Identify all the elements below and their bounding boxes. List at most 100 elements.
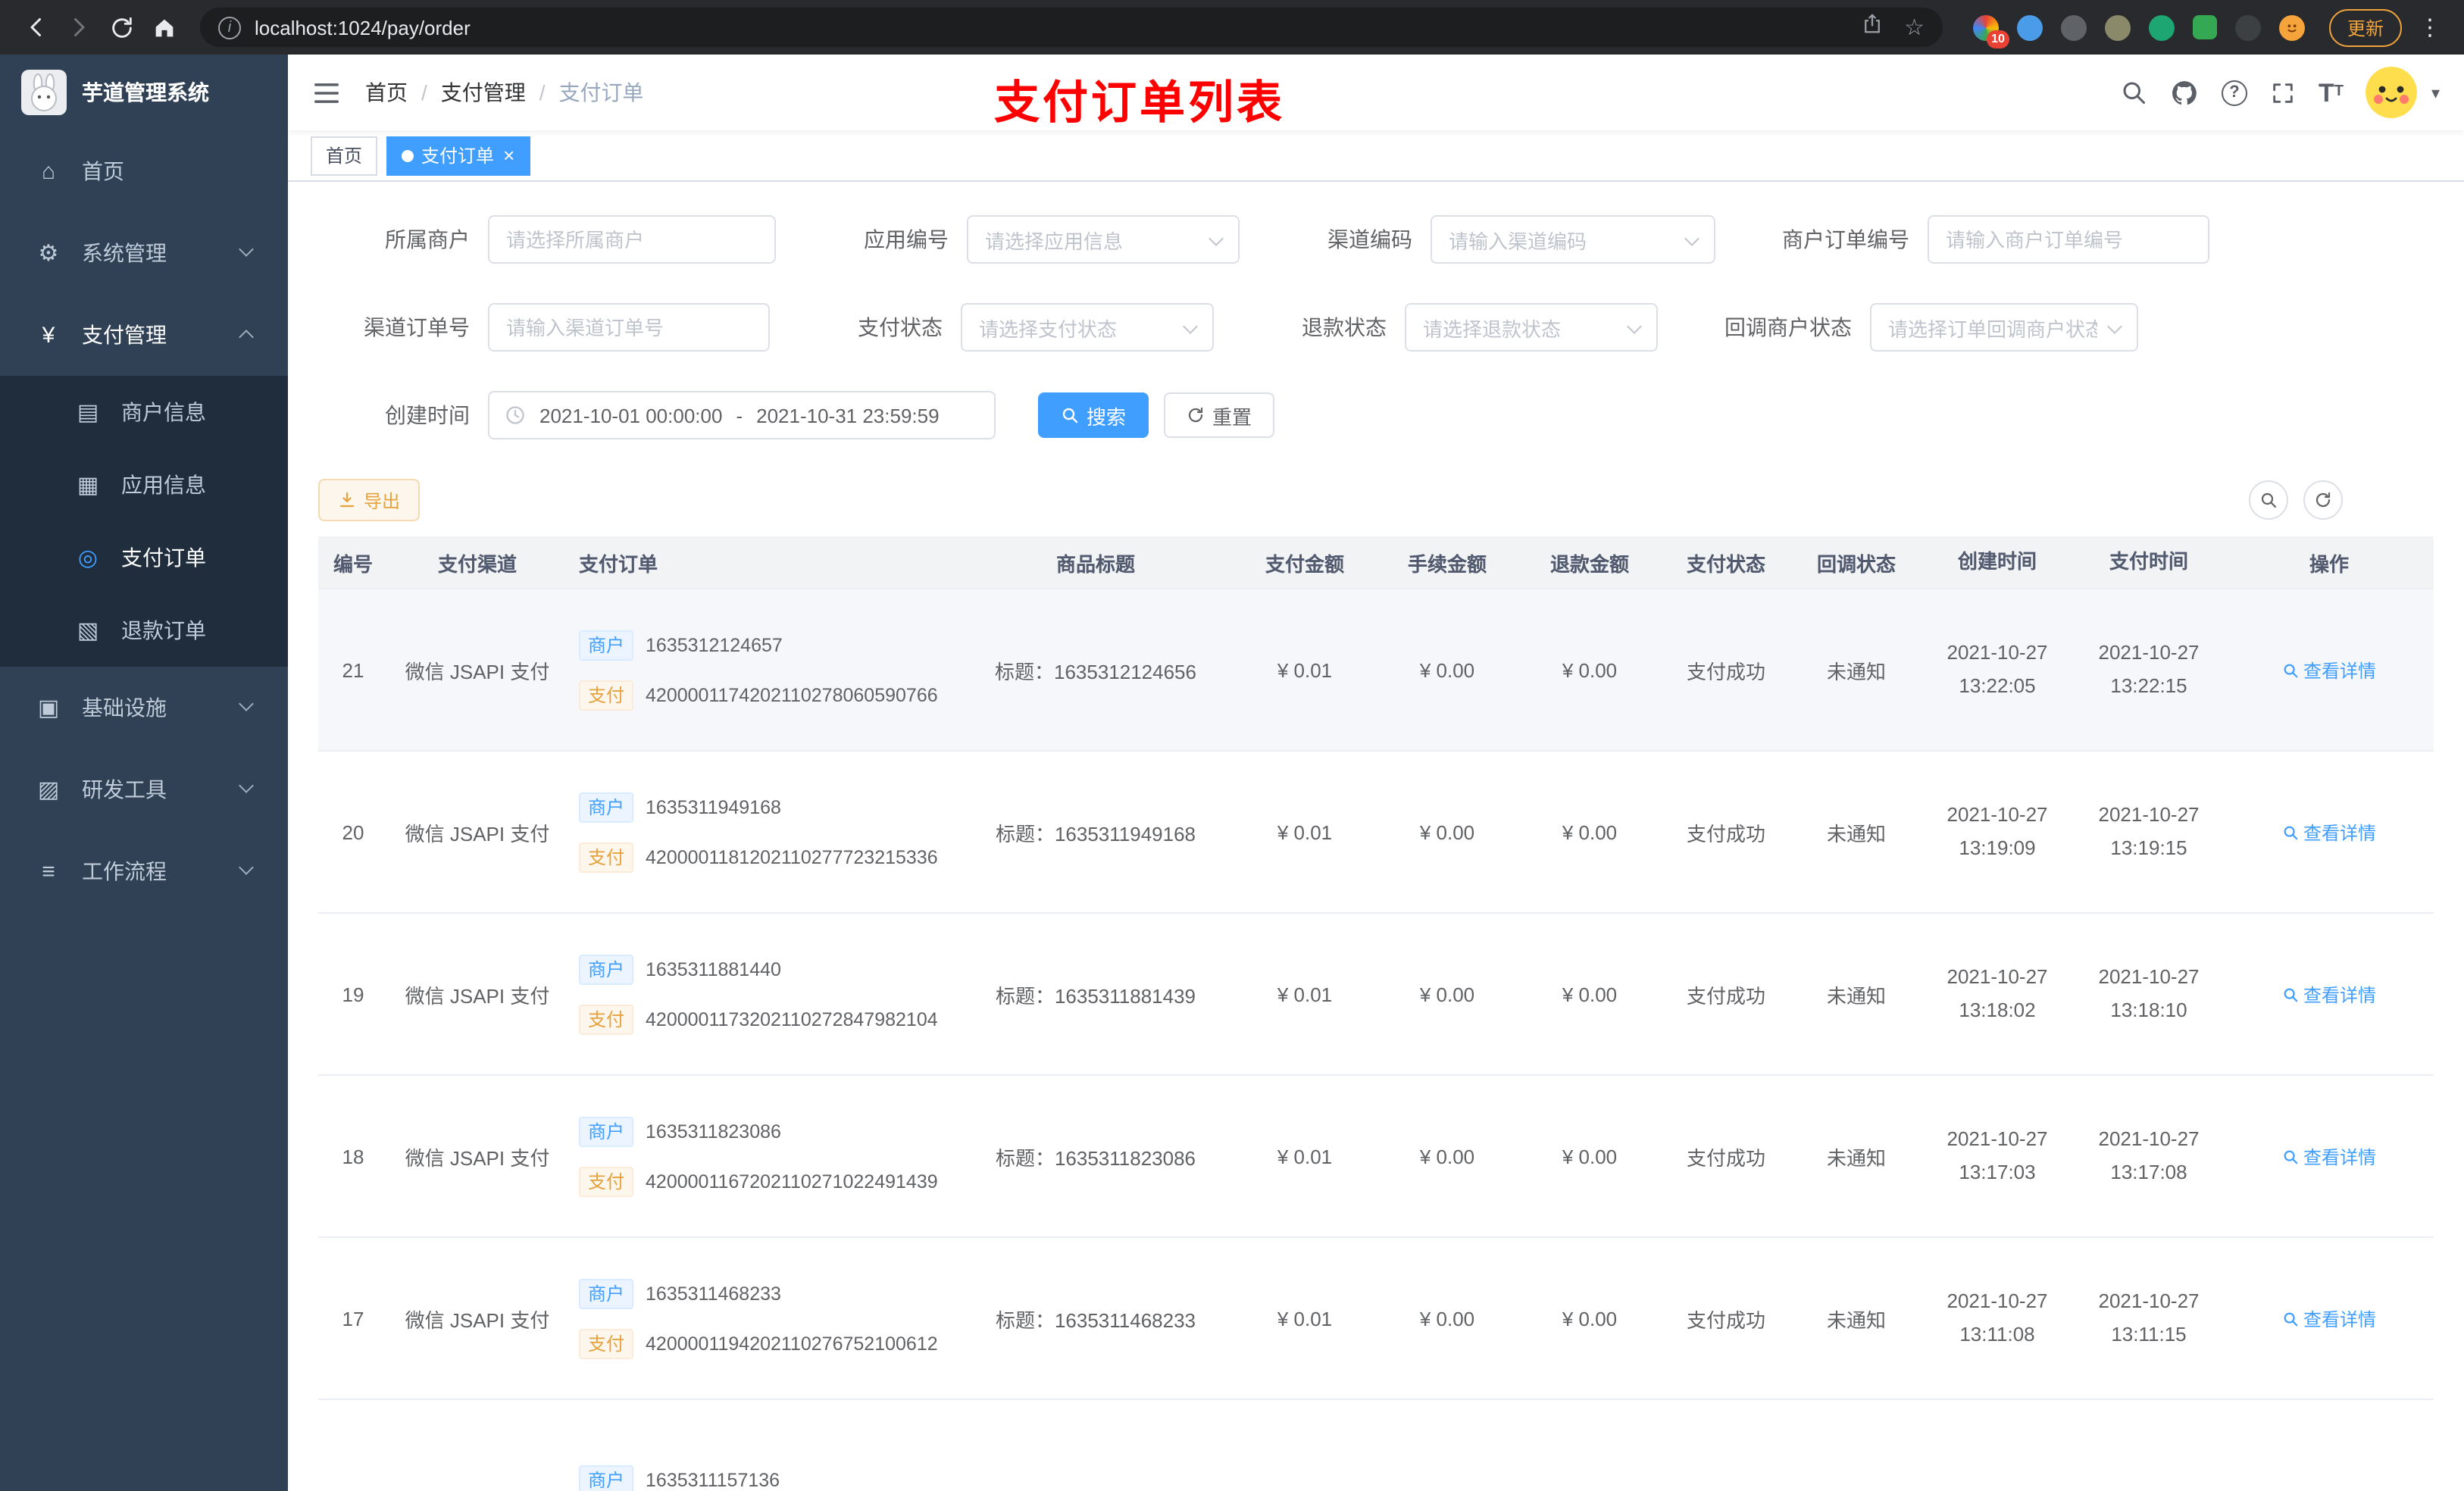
merchant-order-no: 1635311468233 [646, 1283, 781, 1304]
view-detail-link[interactable]: 查看详情 [2282, 1143, 2376, 1169]
range-end-value[interactable]: 2021-10-31 23:59:59 [756, 404, 939, 427]
browser-menu-kebab-icon[interactable]: ⋮ [2411, 14, 2449, 41]
reload-icon[interactable] [100, 6, 142, 48]
notify-status-select[interactable]: 请选择订单回调商户状态 [1870, 303, 2138, 352]
view-detail-link[interactable]: 查看详情 [2282, 1305, 2376, 1331]
pay-tag: 支付 [579, 1166, 634, 1196]
cell-action: 查看详情 [2225, 1076, 2434, 1236]
refresh-icon [1188, 407, 1203, 423]
extension-drop-icon[interactable] [2016, 14, 2043, 40]
breadcrumb-home[interactable]: 首页 [365, 77, 408, 108]
table-row[interactable]: 20 微信 JSAPI 支付 商户 1635311949168 支付 4200001… [318, 752, 2434, 914]
table-row[interactable]: 21 微信 JSAPI 支付 商户 1635312124657 支付 4200001… [318, 589, 2434, 752]
cell-amount: ¥ 0.01 [1277, 658, 1333, 681]
share-icon[interactable] [1860, 12, 1883, 42]
field-label: 创建时间 [385, 403, 470, 427]
filter-row-1: 所属商户 应用编号 请选择应用信息 渠道编码 请输入渠道编码 [318, 215, 2434, 264]
tab-home[interactable]: 首页 [311, 136, 378, 175]
hamburger-icon[interactable] [312, 78, 341, 107]
extensions-pin-icon[interactable] [2234, 14, 2261, 40]
main-area: 首页 支付管理 支付订单 支付订单列表 ? TT [288, 55, 2464, 1491]
cell-pay-order: 商户 1635312124657 支付 4200001174202110278060… [567, 589, 958, 750]
pay-status-select[interactable]: 请选择支付状态 [961, 303, 1214, 352]
tab-pay-order[interactable]: 支付订单 × [386, 136, 530, 175]
sidebar-item-home[interactable]: ⌂ 首页 [0, 130, 288, 212]
cell-pay-time: 2021-10-27 13:17:08 [2098, 1127, 2200, 1183]
site-info-icon[interactable]: i [218, 16, 241, 39]
sidebar-item-merchant-info[interactable]: ▤ 商户信息 [0, 376, 288, 449]
extension-gray-icon[interactable] [2060, 14, 2087, 40]
url-text[interactable]: localhost:1024/pay/order [255, 16, 1860, 39]
extension-colorful-icon[interactable]: 10 [1972, 14, 2009, 48]
cell-title: 标题：1635311881439 [995, 984, 1196, 1007]
search-icon[interactable] [2120, 79, 2147, 106]
sidebar-item-pay-order[interactable]: ◎ 支付订单 [0, 521, 288, 594]
browser-update-button[interactable]: 更新 [2328, 8, 2402, 46]
avatar-caret-icon[interactable]: ▾ [2431, 83, 2440, 102]
chevron-down-icon [239, 860, 254, 875]
clock-icon [506, 406, 524, 424]
view-detail-link[interactable]: 查看详情 [2282, 657, 2376, 683]
toggle-search-button[interactable] [2249, 480, 2288, 520]
magnifier-icon [2284, 1311, 2298, 1326]
profile-emoji-icon[interactable] [2278, 14, 2305, 40]
cell-notify: 未通知 [1826, 1308, 1886, 1331]
table-row[interactable]: 17 微信 JSAPI 支付 商户 1635311468233 支付 4200001… [318, 1238, 2434, 1400]
forward-icon[interactable] [58, 6, 100, 48]
yen-icon: ¥ [42, 322, 55, 348]
sidebar-item-label: 系统管理 [82, 241, 167, 265]
github-icon[interactable] [2170, 78, 2199, 107]
app-logo[interactable]: 芋道管理系统 [0, 55, 288, 130]
breadcrumb-payment[interactable]: 支付管理 [408, 77, 526, 108]
sidebar-item-payment[interactable]: ¥ 支付管理 [0, 294, 288, 376]
magnifier-icon [2284, 663, 2298, 677]
address-bar[interactable]: i localhost:1024/pay/order ☆ [200, 8, 1943, 47]
refund-status-select[interactable]: 请选择退款状态 [1405, 303, 1658, 352]
create-time-range-picker[interactable]: 2021-10-01 00:00:00 - 2021-10-31 23:59:5… [488, 391, 996, 439]
export-button[interactable]: 导出 [318, 479, 421, 521]
merchant-order-no-input[interactable] [1928, 215, 2209, 264]
cell-create-time: 2021-10-27 13:17:03 [1946, 1127, 2048, 1183]
close-icon[interactable]: × [503, 145, 514, 165]
channel-code-select[interactable]: 请输入渠道编码 [1431, 215, 1715, 264]
sidebar-item-system[interactable]: ⚙ 系统管理 [0, 212, 288, 294]
extension-olive-icon[interactable] [2104, 14, 2131, 40]
search-button[interactable]: 搜索 [1038, 392, 1149, 438]
sidebar-item-refund-order[interactable]: ▧ 退款订单 [0, 594, 288, 667]
range-start-value[interactable]: 2021-10-01 00:00:00 [539, 404, 722, 427]
sidebar-item-dev-tools[interactable]: ▨ 研发工具 [0, 749, 288, 830]
channel-order-no-input[interactable] [488, 303, 770, 352]
help-icon[interactable]: ? [2221, 80, 2247, 105]
user-avatar[interactable] [2366, 67, 2418, 118]
refresh-table-button[interactable] [2303, 480, 2343, 520]
cell-channel [388, 1400, 567, 1491]
table-row[interactable]: 商户 1635311157136 [318, 1400, 2434, 1491]
cell-pay-order: 商户 1635311468233 支付 4200001194202110276752… [567, 1238, 958, 1399]
back-icon[interactable] [15, 6, 58, 48]
table-row[interactable]: 18 微信 JSAPI 支付 商户 1635311823086 支付 4200001… [318, 1076, 2434, 1238]
view-detail-link[interactable]: 查看详情 [2282, 981, 2376, 1007]
merchant-select-input[interactable] [488, 215, 776, 264]
extensions-row: 10 [1972, 14, 2305, 48]
cell-refund: ¥ 0.00 [1562, 1145, 1618, 1167]
col-header-pay-time: 支付时间 [2073, 536, 2225, 588]
cell-notify: 未通知 [1826, 822, 1886, 845]
home-icon[interactable] [142, 6, 185, 48]
font-size-icon[interactable]: TT [2319, 80, 2344, 105]
field-label: 支付状态 [858, 315, 943, 339]
fullscreen-icon[interactable] [2270, 80, 2296, 105]
view-detail-link[interactable]: 查看详情 [2282, 819, 2376, 845]
sidebar-item-workflow[interactable]: ≡ 工作流程 [0, 830, 288, 912]
extension-green-circle-icon[interactable] [2148, 14, 2175, 40]
table-row[interactable]: 19 微信 JSAPI 支付 商户 1635311881440 支付 4200001… [318, 914, 2434, 1076]
bookmark-star-icon[interactable]: ☆ [1904, 14, 1925, 41]
field-label: 渠道编码 [1327, 227, 1412, 252]
field-label: 退款状态 [1302, 315, 1387, 339]
sidebar-item-infrastructure[interactable]: ▣ 基础设施 [0, 667, 288, 749]
browser-chrome: i localhost:1024/pay/order ☆ 10 更新 ⋮ [0, 0, 2464, 55]
extension-green-square-icon[interactable] [2192, 15, 2217, 39]
app-id-select[interactable]: 请选择应用信息 [967, 215, 1240, 264]
cell-id [318, 1400, 388, 1491]
sidebar-item-app-info[interactable]: ▦ 应用信息 [0, 449, 288, 521]
reset-button[interactable]: 重置 [1164, 392, 1275, 438]
